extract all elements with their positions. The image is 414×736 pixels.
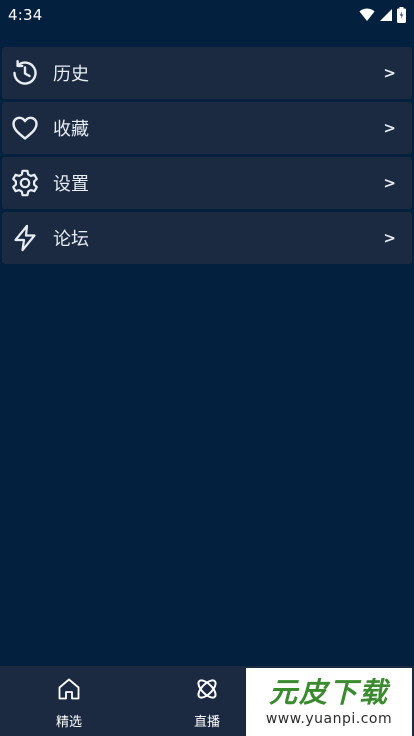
menu-item-label: 设置 — [53, 174, 89, 195]
battery-icon — [397, 7, 406, 23]
status-icons — [359, 7, 406, 23]
wifi-icon — [359, 8, 375, 22]
tab-label: 精选 — [55, 715, 82, 730]
tab-live[interactable]: 直播 — [177, 676, 237, 732]
menu-item-label: 收藏 — [53, 119, 89, 140]
menu-item-favorites[interactable]: 收藏 > — [2, 102, 412, 154]
tab-label: 直播 — [193, 715, 220, 730]
chevron-right-icon: > — [383, 119, 396, 137]
signal-icon — [379, 8, 393, 22]
menu-item-history[interactable]: 历史 > — [2, 47, 412, 99]
watermark-logo: 元皮下载 www.yuanpi.com — [246, 668, 412, 736]
status-bar: 4:34 — [0, 0, 414, 30]
lightning-icon — [10, 223, 40, 253]
watermark-url: www.yuanpi.com — [265, 711, 393, 727]
status-time: 4:34 — [8, 6, 43, 24]
tab-featured[interactable]: 精选 — [39, 676, 99, 732]
chevron-right-icon: > — [383, 229, 396, 247]
menu-item-settings[interactable]: 设置 > — [2, 157, 412, 209]
chevron-right-icon: > — [383, 174, 396, 192]
menu-item-label: 论坛 — [53, 229, 89, 250]
gear-icon — [10, 168, 40, 198]
menu-list: 历史 > 收藏 > 设置 > 论坛 > — [2, 47, 412, 267]
watermark-title: 元皮下载 — [268, 676, 389, 709]
menu-item-label: 历史 — [53, 64, 89, 85]
home-icon — [56, 676, 82, 706]
menu-item-forum[interactable]: 论坛 > — [2, 212, 412, 264]
heart-icon — [10, 113, 40, 143]
history-icon — [10, 58, 40, 88]
atom-icon — [194, 676, 220, 706]
chevron-right-icon: > — [383, 64, 396, 82]
